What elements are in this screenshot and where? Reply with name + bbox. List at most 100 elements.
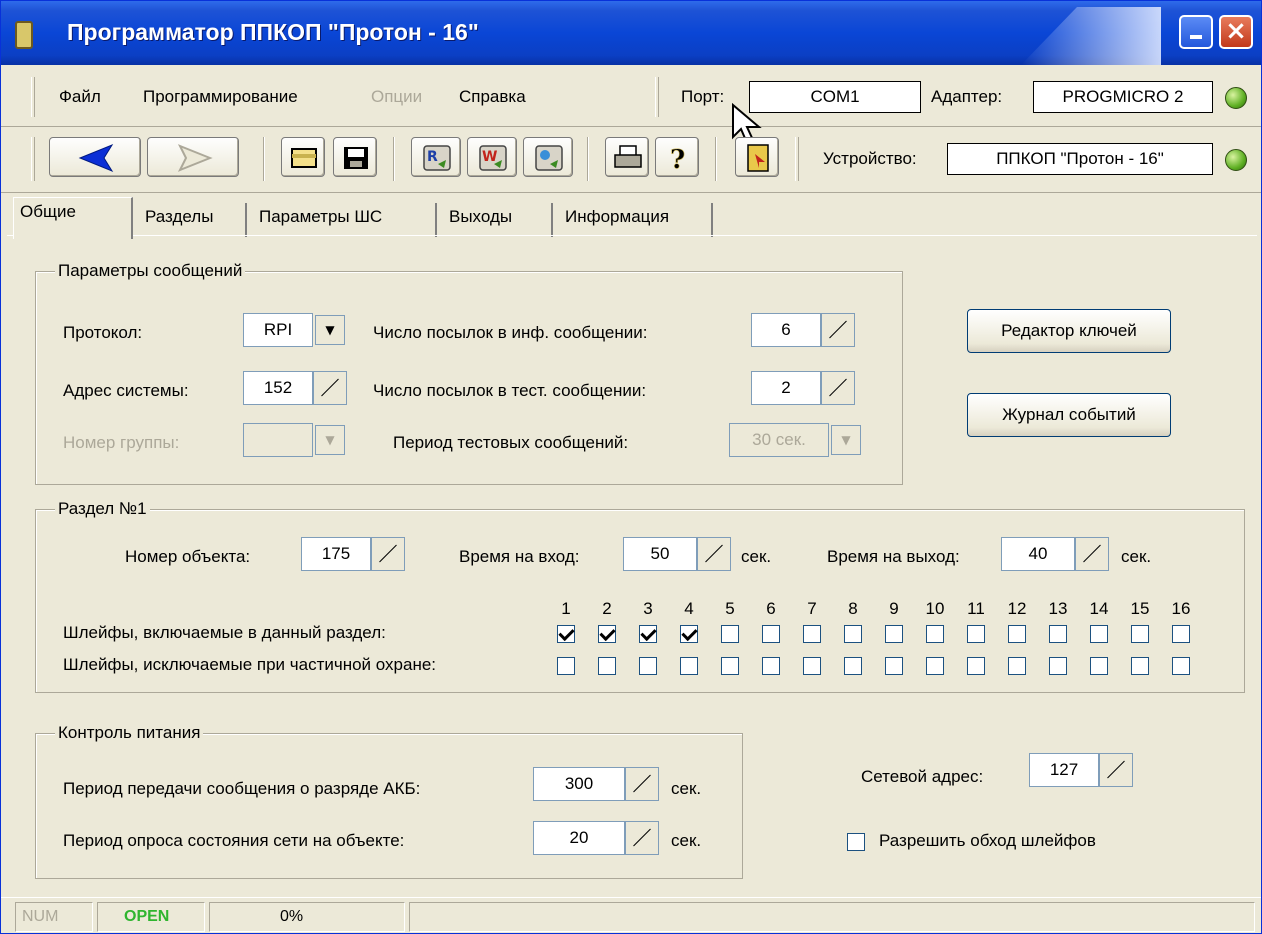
excluded-loop-checkbox[interactable] (721, 657, 739, 675)
exit-time-input[interactable]: 40 (1001, 537, 1075, 571)
excluded-loop-checkbox[interactable] (1131, 657, 1149, 675)
close-icon: × (1225, 16, 1247, 46)
title-decoration (1021, 7, 1161, 65)
included-loop-checkbox[interactable] (803, 625, 821, 643)
exit-time-spinner[interactable] (1075, 537, 1109, 571)
system-address-input[interactable]: 152 (243, 371, 313, 405)
loop-number-label: 5 (725, 599, 735, 618)
included-loop-checkbox[interactable] (844, 625, 862, 643)
excluded-loop-checkbox[interactable] (967, 657, 985, 675)
excluded-loop-checkbox[interactable] (598, 657, 616, 675)
tab-outputs[interactable]: Выходы (443, 203, 553, 237)
excluded-loop-checkbox[interactable] (639, 657, 657, 675)
toolbar: R W ? Устройство: ППКОП "Протон - 16" (1, 127, 1261, 193)
inf-count-spinner[interactable] (821, 313, 855, 347)
svg-text:?: ? (670, 145, 685, 175)
loop-number-label: 7 (807, 599, 817, 618)
included-loop-checkbox[interactable] (639, 625, 657, 643)
excluded-loop-checkbox[interactable] (844, 657, 862, 675)
excluded-loop-checkbox[interactable] (680, 657, 698, 675)
adapter-status-led-icon (1225, 87, 1247, 109)
test-period-select[interactable]: 30 сек. (729, 423, 829, 457)
entry-time-spinner[interactable] (697, 537, 731, 571)
menu-programming[interactable]: Программирование (143, 87, 298, 107)
menu-grip[interactable] (31, 77, 35, 117)
power-control-title: Контроль питания (55, 723, 204, 743)
included-loop-checkbox[interactable] (762, 625, 780, 643)
adapter-field[interactable]: PROGMICRO 2 (1033, 81, 1213, 113)
menu-help[interactable]: Справка (459, 87, 526, 107)
toolbar-grip[interactable] (31, 137, 35, 181)
tab-loop-params[interactable]: Параметры ШС (253, 203, 437, 237)
device-field[interactable]: ППКОП "Протон - 16" (947, 143, 1213, 175)
protocol-dropdown-button[interactable]: ▼ (315, 315, 345, 345)
included-loop-checkbox[interactable] (1008, 625, 1026, 643)
excluded-loop-checkbox[interactable] (926, 657, 944, 675)
menu-options[interactable]: Опции (371, 87, 422, 107)
group-number-dropdown-button[interactable]: ▼ (315, 425, 345, 455)
excluded-loop-checkbox[interactable] (885, 657, 903, 675)
battery-period-spinner[interactable] (625, 767, 659, 801)
event-log-button[interactable]: Журнал событий (967, 393, 1171, 437)
device-grip[interactable] (795, 137, 799, 181)
read-button[interactable]: R (411, 137, 461, 177)
key-editor-button[interactable]: Редактор ключей (967, 309, 1171, 353)
system-address-spinner[interactable] (313, 371, 347, 405)
print-button[interactable] (605, 137, 649, 177)
excluded-loop-checkbox[interactable] (1008, 657, 1026, 675)
network-period-input[interactable]: 20 (533, 821, 625, 855)
object-number-spinner[interactable] (371, 537, 405, 571)
included-loop-checkbox[interactable] (1172, 625, 1190, 643)
close-button[interactable]: × (1219, 15, 1253, 49)
test-count-spinner[interactable] (821, 371, 855, 405)
group-number-select[interactable] (243, 423, 313, 457)
test-period-dropdown-button[interactable]: ▼ (831, 425, 861, 455)
read-icon: R (423, 145, 451, 171)
excluded-loop-checkbox[interactable] (803, 657, 821, 675)
network-address-input[interactable]: 127 (1029, 753, 1099, 787)
exit-button[interactable] (735, 137, 779, 177)
included-loop-checkbox[interactable] (680, 625, 698, 643)
protocol-select[interactable]: RPI (243, 313, 313, 347)
included-loop-checkbox[interactable] (967, 625, 985, 643)
included-loop-checkbox[interactable] (557, 625, 575, 643)
excluded-loop-checkbox[interactable] (557, 657, 575, 675)
system-address-label: Адрес системы: (63, 381, 189, 400)
save-button[interactable] (333, 137, 377, 177)
port-field[interactable]: COM1 (749, 81, 921, 113)
loop-number-label: 6 (766, 599, 776, 618)
included-loop-checkbox[interactable] (1131, 625, 1149, 643)
network-address-label: Сетевой адрес: (861, 767, 984, 786)
tab-sections[interactable]: Разделы (139, 203, 247, 237)
help-button[interactable]: ? (655, 137, 699, 177)
object-number-input[interactable]: 175 (301, 537, 371, 571)
included-loop-checkbox[interactable] (1090, 625, 1108, 643)
excluded-loop-checkbox[interactable] (762, 657, 780, 675)
entry-time-input[interactable]: 50 (623, 537, 697, 571)
back-button[interactable] (49, 137, 141, 177)
test-count-input[interactable]: 2 (751, 371, 821, 405)
tab-information[interactable]: Информация (559, 203, 713, 237)
included-loop-checkbox[interactable] (721, 625, 739, 643)
included-loop-checkbox[interactable] (1049, 625, 1067, 643)
forward-button[interactable] (147, 137, 239, 177)
menu-file[interactable]: Файл (59, 87, 101, 107)
included-loop-checkbox[interactable] (598, 625, 616, 643)
bypass-loops-checkbox[interactable] (847, 833, 865, 851)
inf-count-input[interactable]: 6 (751, 313, 821, 347)
title-bar[interactable]: Программатор ППКОП "Протон - 16" × (1, 1, 1261, 65)
included-loop-checkbox[interactable] (926, 625, 944, 643)
excluded-loop-checkbox[interactable] (1090, 657, 1108, 675)
verify-button[interactable] (523, 137, 573, 177)
open-button[interactable] (281, 137, 325, 177)
port-grip[interactable] (655, 77, 659, 117)
tab-general[interactable]: Общие (13, 197, 133, 239)
excluded-loop-checkbox[interactable] (1049, 657, 1067, 675)
included-loop-checkbox[interactable] (885, 625, 903, 643)
minimize-button[interactable] (1179, 15, 1213, 49)
network-period-spinner[interactable] (625, 821, 659, 855)
excluded-loop-checkbox[interactable] (1172, 657, 1190, 675)
network-address-spinner[interactable] (1099, 753, 1133, 787)
battery-period-input[interactable]: 300 (533, 767, 625, 801)
write-button[interactable]: W (467, 137, 517, 177)
